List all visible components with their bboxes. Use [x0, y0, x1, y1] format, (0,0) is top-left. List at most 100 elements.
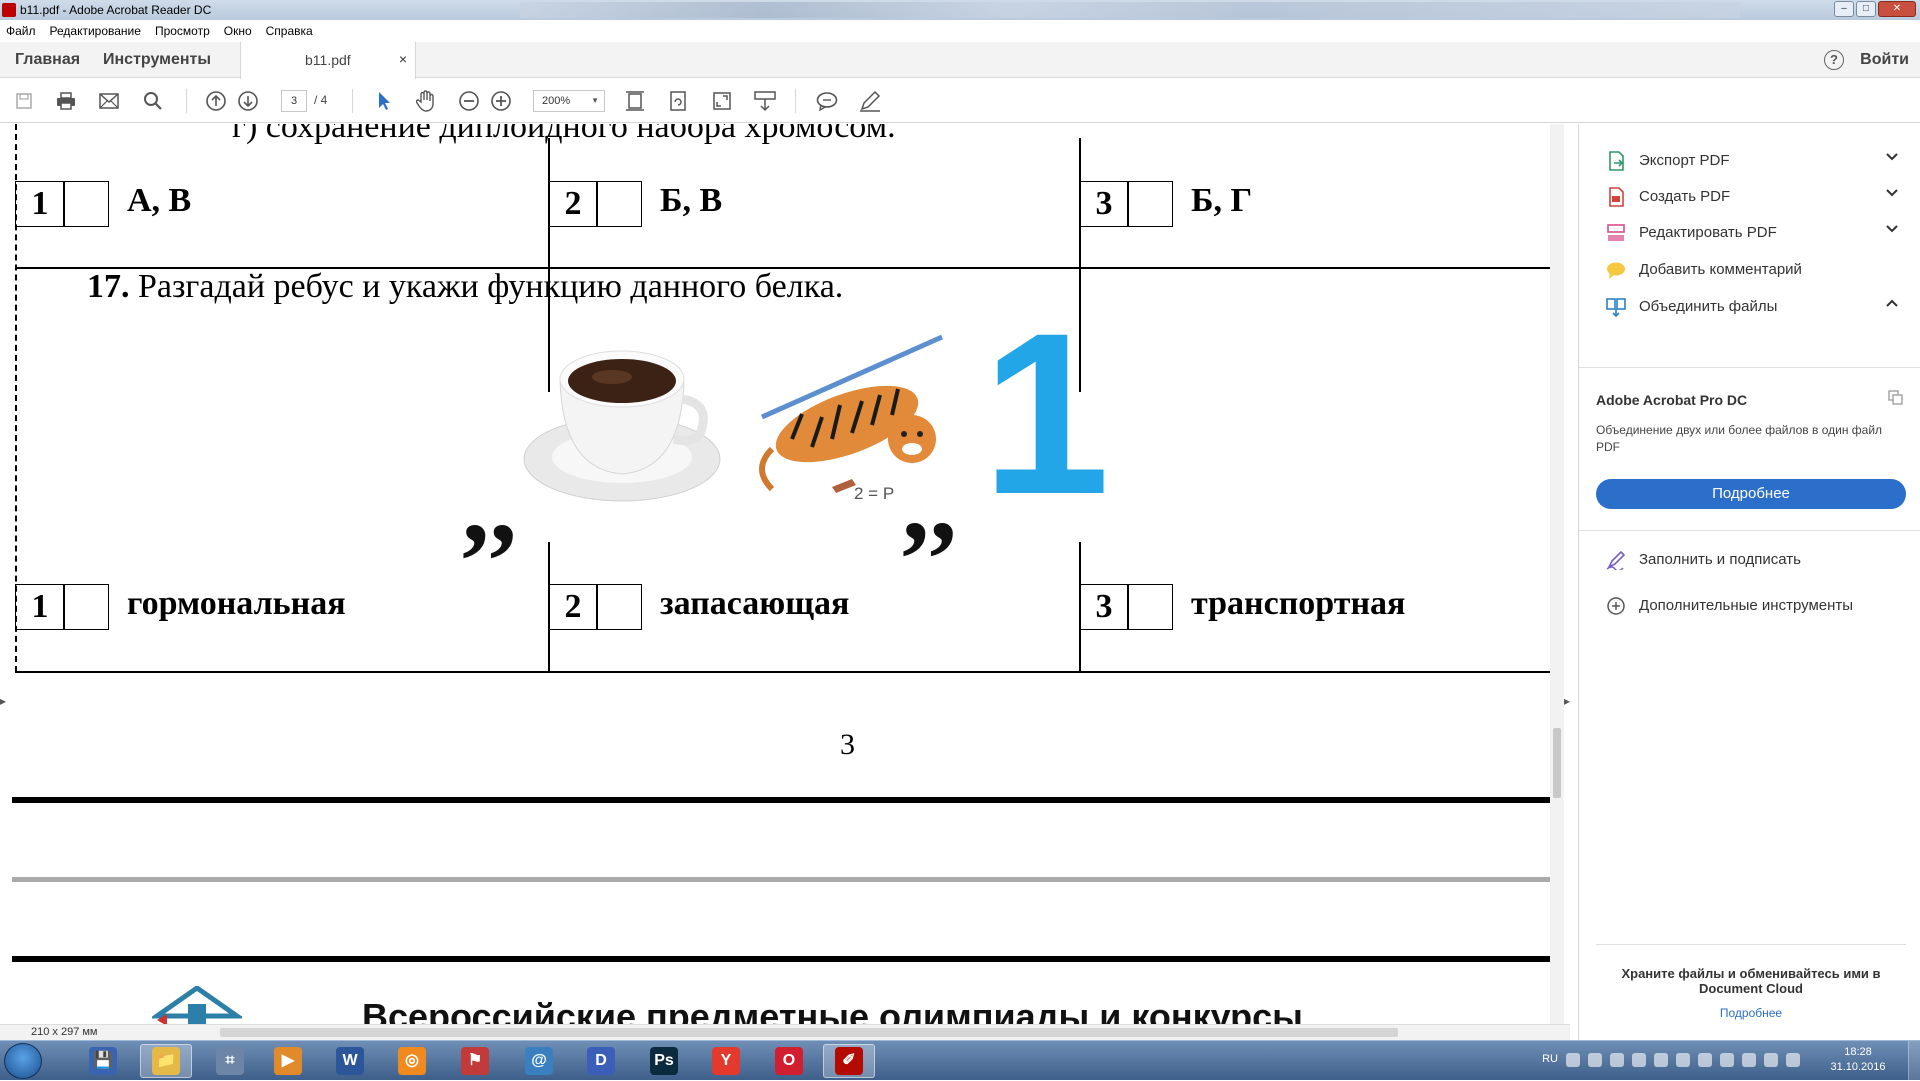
tab-document[interactable]: b11.pdf × [240, 42, 416, 79]
tool-export-pdf[interactable]: Экспорт PDF [1579, 143, 1920, 179]
minimize-button[interactable]: – [1834, 1, 1854, 17]
menu-view[interactable]: Просмотр [155, 24, 210, 38]
tool-create-pdf[interactable]: Создать PDF [1579, 179, 1920, 215]
search-icon[interactable] [142, 90, 164, 112]
rebus-comma: ,, [462, 443, 517, 565]
show-desktop-button[interactable] [1908, 1041, 1920, 1081]
taskbar-flag-app[interactable]: ⚑ [449, 1044, 501, 1078]
zoom-out-icon[interactable] [458, 90, 480, 112]
taskbar-explorer-app[interactable]: 📁 [140, 1044, 192, 1078]
start-button[interactable] [4, 1043, 42, 1079]
tray-icon[interactable] [1720, 1053, 1734, 1067]
taskbar-photoshop-app[interactable]: Ps [638, 1044, 690, 1078]
close-tab-button[interactable]: × [399, 51, 407, 67]
answer-checkbox[interactable] [1127, 584, 1173, 630]
close-window-button[interactable]: ✕ [1878, 1, 1916, 17]
zoom-select[interactable]: 200% ▼ [533, 90, 605, 112]
tray-icon[interactable] [1632, 1053, 1646, 1067]
taskbar-calculator-app[interactable]: ⌗ [204, 1044, 256, 1078]
rotate-icon[interactable] [667, 90, 689, 112]
tab-home[interactable]: Главная [15, 51, 80, 69]
menu-file[interactable]: Файл [6, 24, 36, 38]
taskbar-opera-app[interactable]: O [763, 1044, 815, 1078]
left-panel-toggle-icon[interactable]: ▸ [0, 694, 10, 714]
taskbar-video-app[interactable]: D [575, 1044, 627, 1078]
scroll-mode-icon[interactable] [754, 90, 776, 112]
maximize-button[interactable]: □ [1856, 1, 1876, 17]
page-total-label: / 4 [314, 93, 328, 107]
scrollbar-thumb[interactable] [220, 1028, 1398, 1037]
fullscreen-icon[interactable] [711, 90, 733, 112]
tray-icon[interactable] [1654, 1053, 1668, 1067]
vertical-scrollbar[interactable] [1550, 124, 1564, 1024]
tool-edit-pdf[interactable]: Редактировать PDF [1579, 215, 1920, 251]
answer-checkbox[interactable] [596, 181, 642, 227]
menu-edit[interactable]: Редактирование [50, 24, 141, 38]
coffee-cup-picture [523, 350, 721, 502]
tool-combine-files[interactable]: Объединить файлы [1579, 289, 1920, 325]
select-arrow-icon[interactable] [373, 90, 395, 112]
copy-icon[interactable] [1888, 390, 1904, 409]
tray-icon[interactable] [1742, 1053, 1756, 1067]
learn-more-button[interactable]: Подробнее [1596, 479, 1906, 509]
tray-icon[interactable] [1698, 1053, 1712, 1067]
acrobat-app-icon [2, 3, 16, 17]
tray-icon[interactable] [1764, 1053, 1778, 1067]
tool-fill-sign[interactable]: Заполнить и подписать [1579, 542, 1920, 578]
windows-taskbar: 💾 📁 ⌗ ▶ W ◎ ⚑ @ D Ps Y O ✐ RU 18:28 31.10.2016 [0, 1040, 1920, 1081]
flag-app-icon: ⚑ [461, 1047, 489, 1075]
clock[interactable]: 18:28 31.10.2016 [1822, 1045, 1894, 1075]
mail-icon[interactable] [98, 90, 120, 112]
print-icon[interactable] [55, 90, 77, 112]
media-app-icon: ▶ [274, 1047, 302, 1075]
edit-pdf-icon [1607, 224, 1625, 241]
tool-more-tools[interactable]: Дополнительные инструменты [1579, 588, 1920, 624]
chevron-down-icon[interactable] [1885, 223, 1899, 237]
taskbar-media-app[interactable]: ▶ [262, 1044, 314, 1078]
horizontal-scrollbar[interactable]: 210 x 297 мм [0, 1024, 1570, 1040]
taskbar-save-app[interactable]: 💾 [77, 1044, 129, 1078]
document-cloud-link[interactable]: Подробнее [1596, 1006, 1906, 1020]
zoom-in-icon[interactable] [490, 90, 512, 112]
help-icon[interactable]: ? [1824, 50, 1844, 70]
page-up-icon[interactable] [205, 90, 227, 112]
tray-icon[interactable] [1566, 1053, 1580, 1067]
menu-help[interactable]: Справка [266, 24, 313, 38]
tool-add-comment[interactable]: Добавить комментарий [1579, 252, 1920, 288]
export-pdf-icon [1609, 151, 1624, 171]
chevron-down-icon[interactable] [1885, 187, 1899, 201]
taskbar-word-app[interactable]: W [324, 1044, 376, 1078]
fit-page-icon[interactable] [624, 90, 646, 112]
login-button[interactable]: Войти [1860, 51, 1909, 69]
comment-icon[interactable] [816, 90, 838, 112]
page-down-icon[interactable] [237, 90, 259, 112]
taskbar-network-app[interactable]: @ [513, 1044, 565, 1078]
answer-checkbox[interactable] [63, 584, 109, 630]
answer-checkbox[interactable] [596, 584, 642, 630]
taskbar-acrobat-app[interactable]: ✐ [823, 1044, 875, 1078]
save-icon[interactable] [13, 90, 35, 112]
chevron-down-icon[interactable] [1885, 151, 1899, 165]
tray-icon[interactable] [1676, 1053, 1690, 1067]
opera-app-icon: O [775, 1047, 803, 1075]
tray-icon[interactable] [1610, 1053, 1624, 1067]
page-number-input[interactable]: 3 [281, 90, 307, 112]
tray-icon[interactable] [1588, 1053, 1602, 1067]
pen-icon[interactable] [859, 90, 881, 112]
right-panel-toggle-icon[interactable]: ▸ [1564, 694, 1570, 714]
menu-window[interactable]: Окно [224, 24, 252, 38]
document-viewport[interactable]: ▸ г) сохранение диплоидного набора хромо… [0, 124, 1570, 1040]
tab-tools[interactable]: Инструменты [103, 51, 211, 69]
taskbar-yandex-app[interactable]: Y [700, 1044, 752, 1078]
taskbar-burn-app[interactable]: ◎ [386, 1044, 438, 1078]
language-indicator[interactable]: RU [1542, 1053, 1558, 1065]
answer-checkbox[interactable] [63, 181, 109, 227]
hand-icon[interactable] [415, 90, 437, 112]
chevron-up-icon[interactable] [1885, 297, 1899, 311]
scrollbar-thumb[interactable] [1553, 728, 1561, 798]
tray-icon[interactable] [1786, 1053, 1800, 1067]
plus-circle-icon [1607, 597, 1625, 615]
toolbar: 3 / 4 200% ▼ [0, 79, 1920, 123]
promo-description: Объединение двух или более файлов в один… [1596, 423, 1883, 454]
answer-checkbox[interactable] [1127, 181, 1173, 227]
